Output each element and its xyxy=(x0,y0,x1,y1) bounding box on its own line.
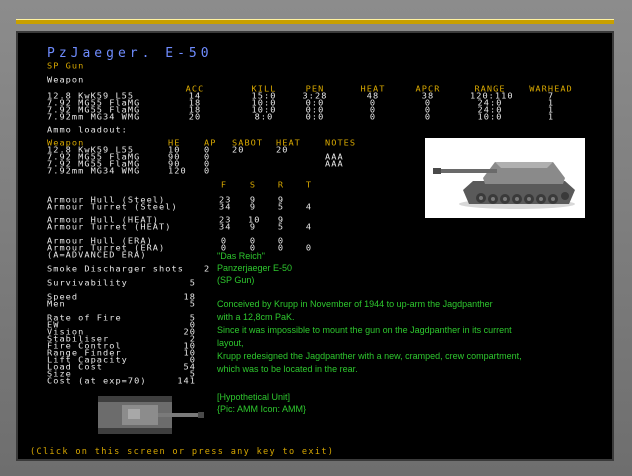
desc-unit-name: Panzerjaeger E-50 xyxy=(217,263,293,273)
armour-header-t: T xyxy=(305,181,313,191)
unit-type: SP Gun xyxy=(47,62,85,72)
armour-row-label: Armour Turret (Steel) xyxy=(47,203,178,213)
description-line: Krupp redesigned the Jagdpanther with a … xyxy=(217,351,522,361)
description-line: which was to be located in the rear. xyxy=(217,364,358,374)
stat-value: 5 xyxy=(189,300,196,310)
armour-header-r: R xyxy=(277,181,285,191)
weapon-row-acc: 20 xyxy=(188,113,202,123)
stat-label: Cost (at exp=70) xyxy=(47,377,147,387)
weapon-row-heat: 0 xyxy=(369,113,377,123)
ammo-header-notes: NOTES xyxy=(325,139,357,149)
armour-advanced-note: (A=ADVANCED ERA) xyxy=(47,251,147,261)
title-bar xyxy=(16,19,614,24)
armour-row-r: 5 xyxy=(277,203,285,213)
weapons-title: Weapon xyxy=(47,76,85,86)
exit-instructions[interactable]: (Click on this screen or press any key t… xyxy=(30,447,334,457)
armour-row-s: 9 xyxy=(249,203,257,213)
armour-row-t: 0 xyxy=(305,244,313,254)
armour-header-f: F xyxy=(220,181,228,191)
ammo-row-ap: 0 xyxy=(204,167,211,177)
armour-row-t: 4 xyxy=(305,203,313,213)
weapon-row-kill: 8:0 xyxy=(254,113,274,123)
armour-row-f: 34 xyxy=(219,203,232,213)
stat-value: 141 xyxy=(177,377,196,387)
stat-label: Men xyxy=(47,300,66,310)
desc-credit: {Pic: AMM Icon: AMM} xyxy=(217,404,307,414)
weapon-row-warhead: 1 xyxy=(547,113,555,123)
armour-row-t: 4 xyxy=(305,223,313,233)
armour-row-s: 9 xyxy=(249,223,257,233)
description-line: layout, xyxy=(217,338,244,348)
desc-formation: "Das Reich" xyxy=(217,251,265,261)
description-line: Conceived by Krupp in November of 1944 t… xyxy=(217,299,493,309)
ammo-row-notes: AAA xyxy=(325,160,344,170)
ammo-row-sabot: 20 xyxy=(232,146,245,156)
survivability-label: Survivability xyxy=(47,279,128,289)
desc-unit-type: (SP Gun) xyxy=(217,275,255,285)
survivability-value: 5 xyxy=(189,279,196,289)
armour-row-label: Armour Turret (HEAT) xyxy=(47,223,172,233)
armour-row-f: 34 xyxy=(219,223,232,233)
smoke-label: Smoke Discharger shots xyxy=(47,265,184,275)
desc-hypothetical: [Hypothetical Unit] xyxy=(217,392,291,402)
unit-icon xyxy=(92,392,206,438)
ammo-row-name: 7.92mm MG34 WMG xyxy=(47,167,141,177)
armour-row-r: 5 xyxy=(277,223,285,233)
weapon-row-apcr: 0 xyxy=(424,113,432,123)
ammo-title: Ammo loadout: xyxy=(47,126,128,136)
armour-row-r: 0 xyxy=(277,244,285,254)
weapon-row-pen: 0:0 xyxy=(305,113,325,123)
unit-photo xyxy=(425,138,585,218)
description-line: with a 12,8cm PaK. xyxy=(217,312,295,322)
weapon-row-range: 10:0 xyxy=(477,113,503,123)
unit-name: PzJaeger. E-50 xyxy=(47,46,213,61)
description-line: Since it was impossible to mount the gun… xyxy=(217,325,512,335)
ammo-row-heat: 20 xyxy=(276,146,289,156)
armour-header-s: S xyxy=(249,181,257,191)
ammo-row-he: 120 xyxy=(168,167,187,177)
smoke-value: 2 xyxy=(204,265,211,275)
weapon-row-name: 7.92mm MG34 WMG xyxy=(47,113,141,123)
